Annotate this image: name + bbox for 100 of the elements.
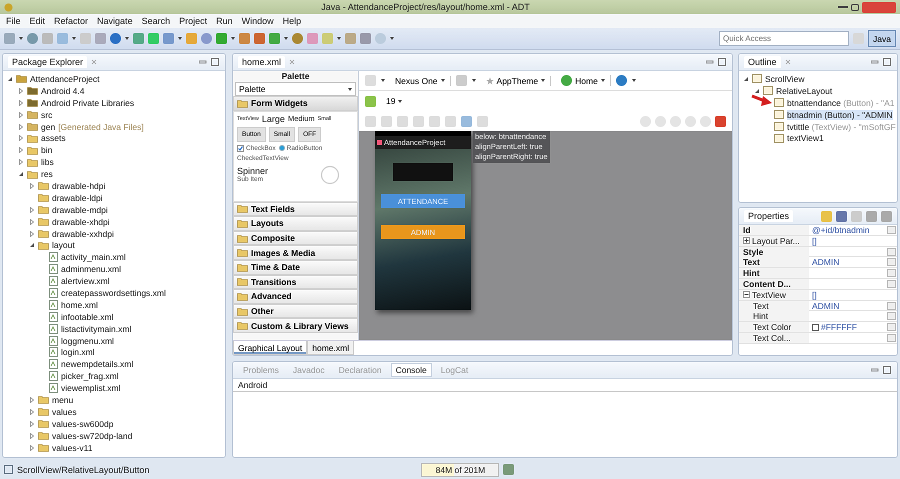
theme-dropdown[interactable]: AppTheme [480,76,552,86]
tree-item[interactable]: newempdetails.xml [61,359,134,370]
expand-arrow-icon[interactable] [29,408,35,415]
maximize-icon[interactable] [883,58,892,66]
zoom-icon[interactable] [685,116,696,126]
expand-arrow-icon[interactable] [18,147,24,154]
expand-arrow-icon[interactable] [18,159,24,166]
layout-tool-icon[interactable] [397,116,408,126]
caret-icon[interactable] [178,37,182,40]
minimize-icon[interactable] [199,59,207,65]
menubar-entry[interactable]: Search [142,16,170,26]
maximize-window-button[interactable] [851,4,859,10]
toolbar-icon[interactable] [133,33,144,44]
outline-item[interactable]: ScrollView [765,74,805,84]
expand-arrow-icon[interactable] [18,100,24,106]
tree-item[interactable]: infootable.xml [61,312,114,322]
toolbar-icon[interactable] [216,33,227,44]
outline-item[interactable]: textView1 [787,133,824,144]
close-icon[interactable] [91,59,98,65]
toolbar-icon[interactable] [360,33,371,44]
palette-category[interactable]: Transitions [233,274,358,290]
palette-category[interactable]: Advanced [233,289,358,304]
activity-dropdown[interactable]: Home [556,75,611,86]
maximize-icon[interactable] [883,366,892,374]
tree-item[interactable]: home.xml [61,300,98,310]
palette-category[interactable]: Custom & Library Views [233,318,358,333]
text-size-sample[interactable]: Large [262,114,285,124]
expand-icon[interactable] [743,237,750,244]
rotate-icon[interactable] [456,75,467,86]
palette-category[interactable]: Text Fields [233,202,358,216]
property-value[interactable]: ADMIN [809,257,887,268]
toolbar-icon[interactable] [269,33,280,44]
editor-tab[interactable]: home.xml [238,56,286,68]
minimize-icon[interactable] [871,59,879,65]
maximize-icon[interactable] [718,58,727,66]
close-icon[interactable] [289,59,296,65]
expand-arrow-icon[interactable] [29,420,35,427]
minimize-icon[interactable] [871,367,879,373]
panel-tab[interactable]: Package Explorer [8,56,88,68]
menubar-entry[interactable]: Window [242,16,274,26]
tree-item[interactable]: drawable-xhdpi [52,216,110,227]
layout-tool-icon[interactable] [413,116,424,126]
perspective-button[interactable]: Java [868,30,896,47]
toolbar-icon[interactable] [27,33,38,44]
caret-icon[interactable] [231,37,235,40]
tree-item[interactable]: drawable-xxhdpi [52,228,114,239]
error-icon[interactable] [715,116,726,126]
layout-tool-icon[interactable] [461,116,472,126]
tree-item[interactable]: values-v11 [52,442,92,453]
expand-arrow-icon[interactable] [29,230,35,237]
panel-tab[interactable]: Properties [744,210,794,222]
property-value[interactable]: [] [809,290,887,300]
menubar-entry[interactable]: Run [216,16,233,26]
caret-icon[interactable] [72,37,76,40]
properties-tool-icon[interactable] [866,210,877,222]
expand-arrow-icon[interactable] [18,135,24,142]
caret-icon[interactable] [19,37,23,40]
tree-item[interactable]: login.xml [61,347,95,358]
menubar-entry[interactable]: File [6,16,21,26]
layout-tool-icon[interactable] [477,116,488,126]
palette-category[interactable]: Images & Media [233,245,358,260]
toolbar-icon[interactable] [292,33,303,44]
panel-tab[interactable]: Outline [744,56,781,68]
palette-category[interactable]: Other [233,304,358,318]
collapse-arrow-icon[interactable] [754,88,760,94]
tree-item[interactable]: values [52,406,77,417]
toolbar-icon[interactable] [239,33,250,44]
minimize-icon[interactable] [706,59,714,65]
tree-item[interactable]: adminmenu.xml [61,264,121,274]
caret-icon[interactable] [337,37,341,40]
tree-item[interactable]: loggmenu.xml [61,336,114,346]
menubar-entry[interactable]: Help [282,16,302,26]
collapse-arrow-icon[interactable] [18,171,24,178]
layout-tool-icon[interactable] [445,116,456,126]
menubar-entry[interactable]: Refactor [54,16,88,26]
palette-dropdown[interactable]: Palette [235,82,356,96]
maximize-icon[interactable] [211,58,220,66]
menubar-entry[interactable]: Navigate [97,16,133,26]
outline-item[interactable]: btnadmin (Button) - "ADMIN [787,110,893,120]
toolbar-icon[interactable] [201,33,212,44]
expand-arrow-icon[interactable] [18,88,24,94]
globe-icon[interactable] [616,75,627,86]
outline-item[interactable]: btnattendance (Button) - "A1 [787,98,894,108]
tree-item[interactable]: Android 4.4 [41,86,84,96]
palette-category[interactable]: Layouts [233,216,358,231]
close-icon[interactable] [784,59,791,65]
toolbar-icon[interactable] [254,33,265,44]
property-value[interactable]: [] [809,236,887,246]
property-value[interactable]: ADMIN [809,300,887,311]
layout-tool-icon[interactable] [429,116,440,126]
close-window-button[interactable] [862,2,896,12]
collapse-arrow-icon[interactable] [743,76,749,82]
collapse-arrow-icon[interactable] [7,76,13,82]
tree-item[interactable]: listactivitymain.xml [61,324,132,334]
tree-item[interactable]: layout [52,240,75,250]
layout-tool-icon[interactable] [381,116,392,126]
tree-item[interactable]: menu [52,394,74,405]
outline-item[interactable]: tvtittle (TextView) - "mSoftGF [787,122,896,132]
ellipsis-button[interactable] [887,226,896,234]
expand-arrow-icon[interactable] [29,206,35,213]
